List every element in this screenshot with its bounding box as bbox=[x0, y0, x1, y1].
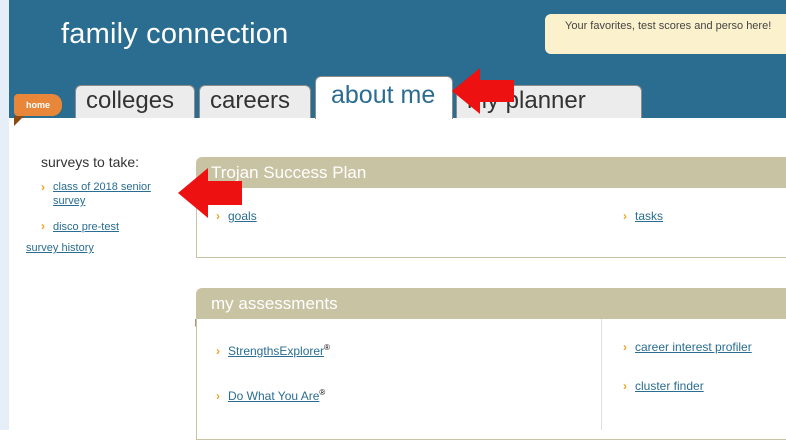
do-what-you-are-label: Do What You Are bbox=[228, 389, 320, 403]
chevron-right-icon: › bbox=[623, 340, 627, 354]
assessments-header: my assessments bbox=[195, 288, 786, 327]
tab-about-me[interactable]: about me bbox=[315, 76, 453, 119]
favorites-tooltip: Your favorites, test scores and perso he… bbox=[545, 14, 786, 54]
tab-colleges[interactable]: colleges bbox=[75, 85, 195, 118]
chevron-right-icon: › bbox=[623, 209, 627, 223]
career-interest-profiler-link[interactable]: career interest profiler bbox=[635, 340, 752, 354]
tab-careers[interactable]: careers bbox=[199, 85, 311, 118]
chevron-right-icon: › bbox=[41, 180, 45, 194]
assessments-title: my assessments bbox=[211, 294, 338, 313]
survey-history-link[interactable]: survey history bbox=[26, 242, 94, 254]
chevron-right-icon: › bbox=[41, 219, 45, 233]
red-arrow-annotation-survey bbox=[178, 168, 242, 218]
do-what-you-are-link[interactable]: Do What You Are bbox=[228, 389, 319, 403]
app-logo[interactable]: family connection bbox=[61, 18, 288, 51]
home-button[interactable]: home bbox=[14, 94, 62, 116]
assessment-item: › Do What You Are® bbox=[216, 388, 325, 403]
strengths-explorer-link[interactable]: StrengthsExplorer bbox=[228, 344, 324, 358]
chevron-right-icon: › bbox=[216, 344, 220, 358]
success-plan-header: Trojan Success Plan bbox=[195, 157, 786, 196]
assessments-divider bbox=[601, 319, 602, 430]
survey-link-label: class of 2018 senior survey bbox=[53, 181, 151, 207]
home-ribbon-fold bbox=[14, 116, 24, 126]
chevron-right-icon: › bbox=[623, 379, 627, 393]
registered-mark: ® bbox=[319, 388, 326, 397]
survey-history: survey history bbox=[26, 242, 94, 254]
surveys-heading: surveys to take: bbox=[41, 154, 140, 170]
survey-link-disco[interactable]: disco pre-test bbox=[53, 221, 119, 233]
success-plan-panel bbox=[196, 188, 786, 258]
assessment-item: › career interest profiler bbox=[623, 340, 752, 354]
strengths-explorer-label: StrengthsExplorer bbox=[228, 344, 325, 358]
tasks-link[interactable]: tasks bbox=[635, 209, 663, 223]
assessment-item: › StrengthsExplorer® bbox=[216, 343, 330, 358]
red-arrow-annotation-tab bbox=[452, 68, 514, 114]
chevron-right-icon: › bbox=[216, 389, 220, 403]
cluster-finder-link[interactable]: cluster finder bbox=[635, 379, 704, 393]
survey-item: › class of 2018 senior survey bbox=[41, 180, 183, 208]
left-edge-strip bbox=[0, 0, 9, 430]
tasks-item: › tasks bbox=[623, 209, 663, 223]
assessment-item: › cluster finder bbox=[623, 379, 704, 393]
survey-item: › disco pre-test bbox=[41, 219, 119, 234]
registered-mark: ® bbox=[324, 343, 330, 352]
survey-link-senior[interactable]: class of 2018 senior survey bbox=[53, 180, 183, 208]
